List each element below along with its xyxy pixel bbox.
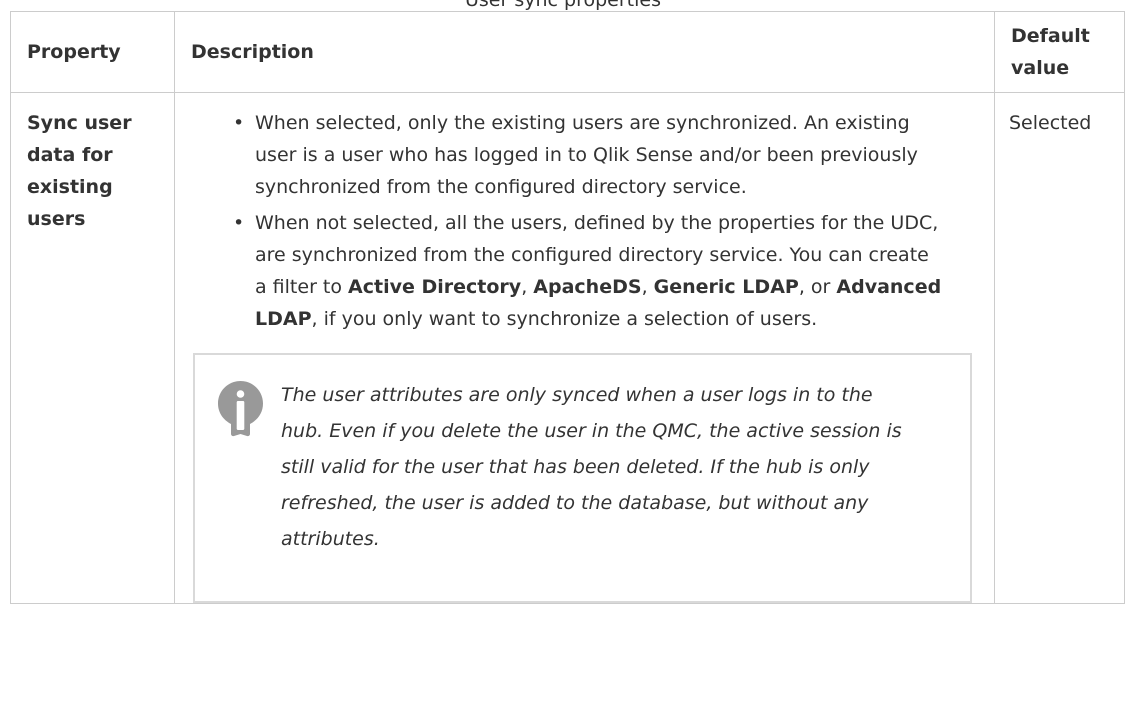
description-cell: • When selected, only the existing users… [174, 92, 995, 604]
separator: , [641, 276, 654, 298]
user-sync-properties-table: Property Description Default value Sync … [10, 11, 1125, 604]
property-name: Sync user data for existing users [27, 112, 132, 230]
property-name-cell: Sync user data for existing users [10, 92, 175, 604]
link-generic-ldap[interactable]: Generic LDAP [654, 276, 799, 298]
info-icon [218, 381, 263, 437]
description-list: • When selected, only the existing users… [175, 107, 994, 335]
description-bullet-selected: • When selected, only the existing users… [233, 107, 945, 203]
note-text: The user attributes are only synced when… [281, 384, 902, 550]
bullet-text-part2: , if you only want to synchronize a sele… [311, 308, 818, 330]
separator: , [521, 276, 534, 298]
default-value: Selected [1009, 112, 1092, 134]
separator: , or [798, 276, 837, 298]
header-property: Property [10, 11, 175, 93]
default-value-cell: Selected [994, 92, 1125, 604]
header-default-value: Default value [994, 11, 1125, 93]
info-note: The user attributes are only synced when… [193, 353, 972, 603]
description-bullet-not-selected: • When not selected, all the users, defin… [233, 207, 945, 335]
link-active-directory[interactable]: Active Directory [348, 276, 521, 298]
link-apacheds[interactable]: ApacheDS [533, 276, 641, 298]
table-row: Sync user data for existing users • When… [10, 92, 1125, 604]
bullet-text: When selected, only the existing users a… [255, 112, 918, 198]
table-header-row: Property Description Default value [10, 11, 1125, 93]
bullet-dot-icon: • [233, 212, 245, 234]
header-description: Description [174, 11, 995, 93]
bullet-dot-icon: • [233, 112, 245, 134]
